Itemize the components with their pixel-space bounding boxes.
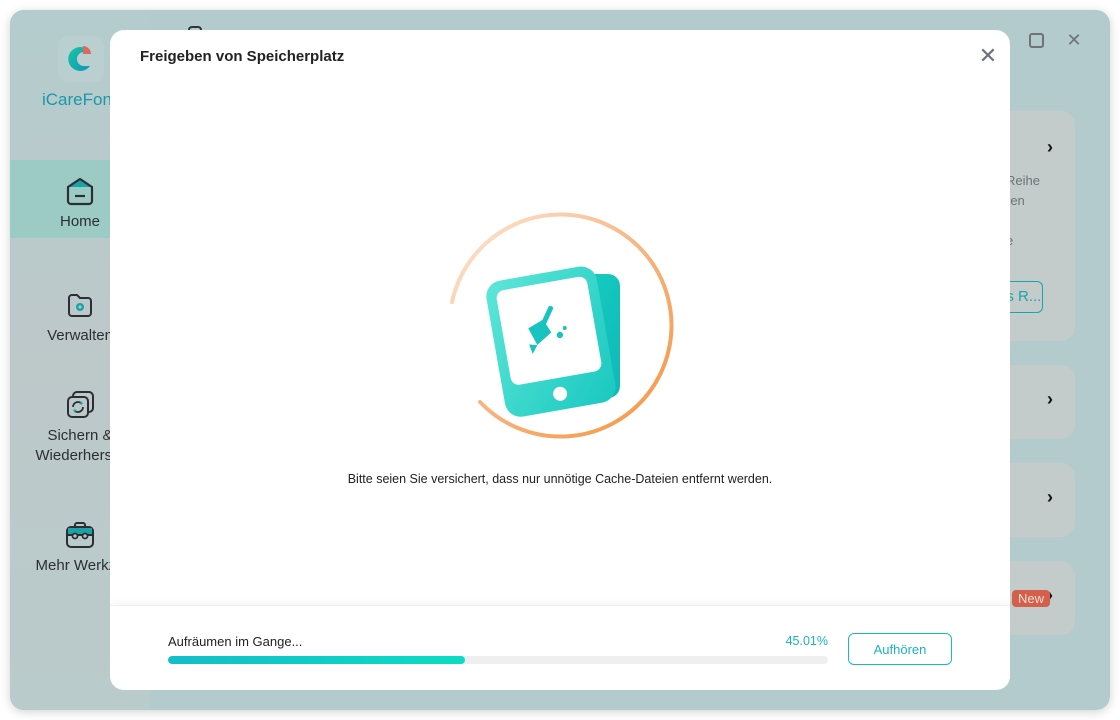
dialog-title: Freigeben von Speicherplatz	[140, 48, 345, 65]
toolbox-icon	[63, 518, 97, 552]
status-label: Aufräumen im Gange...	[168, 634, 303, 649]
free-up-space-dialog: Freigeben von Speicherplatz ✕ Bitte seie…	[110, 30, 1010, 690]
backup-restore-icon	[63, 388, 97, 422]
progress-bar-fill	[168, 656, 466, 664]
maximize-button[interactable]	[1029, 32, 1044, 48]
sidebar-item-label: Home	[59, 213, 100, 230]
phone-icon	[486, 266, 616, 417]
chevron-right-icon: ›	[1047, 389, 1053, 409]
dialog-footer: Aufräumen im Gange... 45.01% Aufhören	[110, 605, 1010, 690]
chevron-right-icon: ›	[1047, 487, 1053, 507]
logo-icon	[68, 46, 91, 71]
window-controls: ✕	[1029, 31, 1082, 49]
stop-button[interactable]: Aufhören	[848, 633, 952, 665]
phone-cleaning-illustration	[442, 212, 678, 448]
card-text-fragment: Reihe	[1006, 173, 1040, 188]
chevron-right-icon: ›	[1047, 137, 1053, 157]
info-message: Bitte seien Sie versichert, dass nur unn…	[347, 472, 773, 486]
window-close-button[interactable]: ✕	[1066, 31, 1082, 49]
app-logo	[58, 36, 104, 82]
sidebar-item-label-line1: Sichern &	[47, 427, 113, 444]
new-badge: New	[1012, 590, 1051, 607]
brand-name: iCareFon	[42, 90, 112, 109]
sidebar-item-label: Verwalten	[47, 327, 113, 344]
close-icon[interactable]: ✕	[978, 45, 998, 67]
folder-gear-icon	[63, 288, 97, 322]
home-icon	[63, 174, 97, 208]
progress-percent: 45.01%	[785, 634, 828, 648]
progress-bar	[168, 656, 828, 664]
